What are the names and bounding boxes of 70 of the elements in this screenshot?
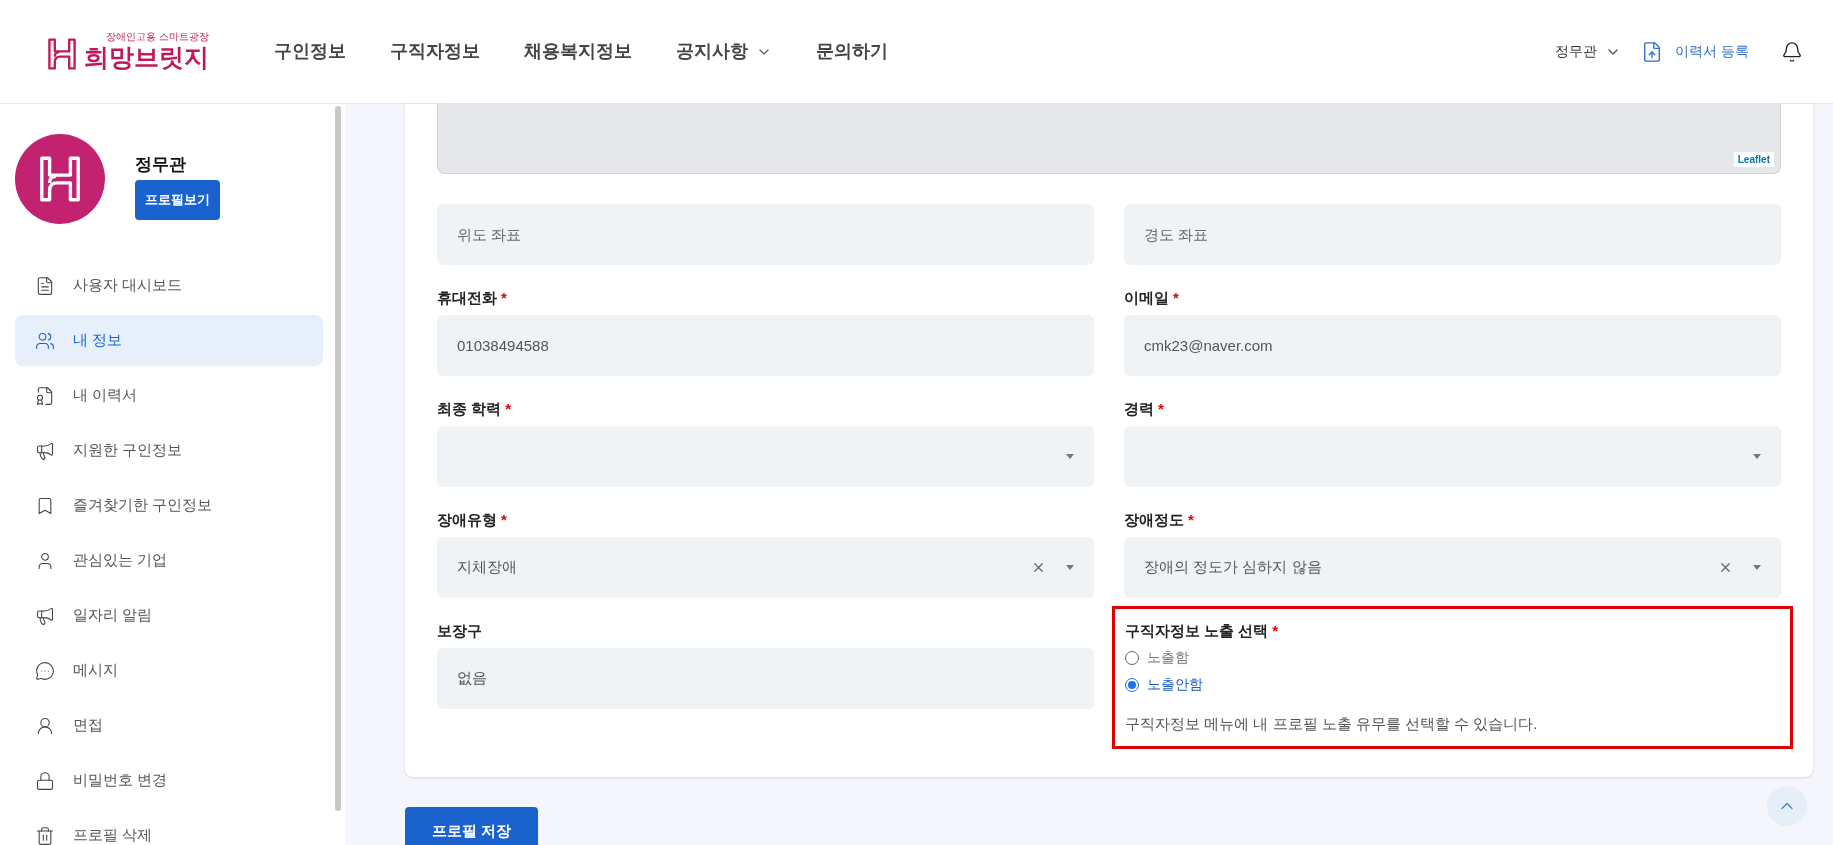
select-field[interactable]: 장애의 정도가 심하지 않음 xyxy=(1124,537,1781,598)
sidebar-item[interactable]: 사용자 대시보드 xyxy=(15,260,323,311)
sidebar-item[interactable]: 면접 xyxy=(15,700,323,751)
input-field[interactable]: 위도 좌표 xyxy=(437,204,1094,265)
select-field[interactable] xyxy=(437,426,1094,487)
logo-name: 희망브릿지 xyxy=(84,42,209,72)
profile-name: 정무관 xyxy=(135,154,187,176)
resume-upload-button[interactable]: 이력서 등록 xyxy=(1641,40,1749,63)
field-label: 구직자정보 노출 선택 xyxy=(1125,620,1269,641)
input-field[interactable]: 경도 좌표 xyxy=(1124,204,1781,265)
save-profile-button[interactable]: 프로필 저장 xyxy=(405,806,538,845)
field-label: 보장구 xyxy=(437,620,482,641)
field-label: 장애유형 xyxy=(437,509,497,530)
required-mark: * xyxy=(1158,398,1164,419)
user-menu[interactable]: 정무관 xyxy=(1555,41,1622,62)
attribution-link[interactable]: Leaflet xyxy=(1733,152,1774,167)
map-area[interactable]: Leaflet xyxy=(437,104,1781,174)
required-mark: * xyxy=(1188,509,1194,530)
select-value: 지체장애 xyxy=(457,557,518,578)
nav-link[interactable]: 채용복지정보 xyxy=(524,38,632,65)
select-value: 장애의 정도가 심하지 않음 xyxy=(1144,557,1323,578)
sidebar-item[interactable]: 즐겨찾기한 구인정보 xyxy=(15,480,323,531)
caret-icon xyxy=(1753,565,1761,570)
field-label: 장애정도 xyxy=(1124,509,1184,530)
sidebar-item[interactable]: 프로필 삭제 xyxy=(15,810,323,845)
sidebar-item[interactable]: 내 이력서 xyxy=(15,370,323,421)
document-icon xyxy=(35,275,55,296)
close-icon[interactable] xyxy=(1031,560,1046,575)
nav-link[interactable]: 문의하기 xyxy=(816,38,888,65)
select-field[interactable] xyxy=(1124,426,1781,487)
trash-icon xyxy=(35,825,55,845)
help-text: 구직자정보 메뉴에 내 프로필 노출 유무를 선택할 수 있습니다. xyxy=(1125,714,1539,734)
close-icon[interactable] xyxy=(1718,560,1733,575)
sidebar-item[interactable]: 내 정보 xyxy=(15,315,323,366)
field-label: 최종 학력 xyxy=(437,398,502,419)
field-label: 경력 xyxy=(1124,398,1154,419)
logo[interactable]: 장애인고용 스마트광장 희망브릿지 xyxy=(44,31,234,72)
sidebar-item[interactable]: 메시지 xyxy=(15,645,323,696)
required-mark: * xyxy=(1173,287,1179,308)
sidebar-item[interactable]: 관심있는 기업 xyxy=(15,535,323,586)
nav-link[interactable]: 구직자정보 xyxy=(390,38,480,65)
input-field[interactable]: 01038494588 xyxy=(437,315,1094,376)
input-field[interactable]: cmk23@naver.com xyxy=(1124,315,1781,376)
sidebar-item[interactable]: 비밀번호 변경 xyxy=(15,755,323,806)
radio-label[interactable]: 노출안함 xyxy=(1147,674,1203,695)
input-field[interactable]: 없음 xyxy=(437,648,1094,709)
sidebar-item[interactable]: 지원한 구인정보 xyxy=(15,425,323,476)
radio-label[interactable]: 노출함 xyxy=(1147,647,1189,668)
caret-icon xyxy=(1066,565,1074,570)
nav-link[interactable]: 공지사항 xyxy=(676,38,772,65)
megaphone-icon xyxy=(35,440,55,461)
nav-link[interactable]: 구인정보 xyxy=(274,38,346,65)
notification-bell-icon[interactable] xyxy=(1781,40,1803,63)
logo-tagline: 장애인고용 스마트광장 xyxy=(106,31,209,42)
lock-icon xyxy=(35,770,55,791)
required-mark: * xyxy=(505,398,511,419)
certificate-icon xyxy=(35,385,55,406)
required-mark: * xyxy=(1272,620,1279,641)
field-label: 이메일 xyxy=(1124,287,1169,308)
required-mark: * xyxy=(501,287,507,308)
select-field[interactable]: 지체장애 xyxy=(437,537,1094,598)
caret-icon xyxy=(1753,454,1761,459)
caret-icon xyxy=(1066,454,1074,459)
sidebar-item[interactable]: 일자리 알림 xyxy=(15,590,323,641)
view-profile-button[interactable]: 프로필보기 xyxy=(135,179,220,220)
field-label: 휴대전화 xyxy=(437,287,497,308)
megaphone-icon xyxy=(35,605,55,626)
chat-icon xyxy=(35,660,55,681)
required-mark: * xyxy=(501,509,507,530)
scrollbar-thumb[interactable] xyxy=(335,106,341,811)
